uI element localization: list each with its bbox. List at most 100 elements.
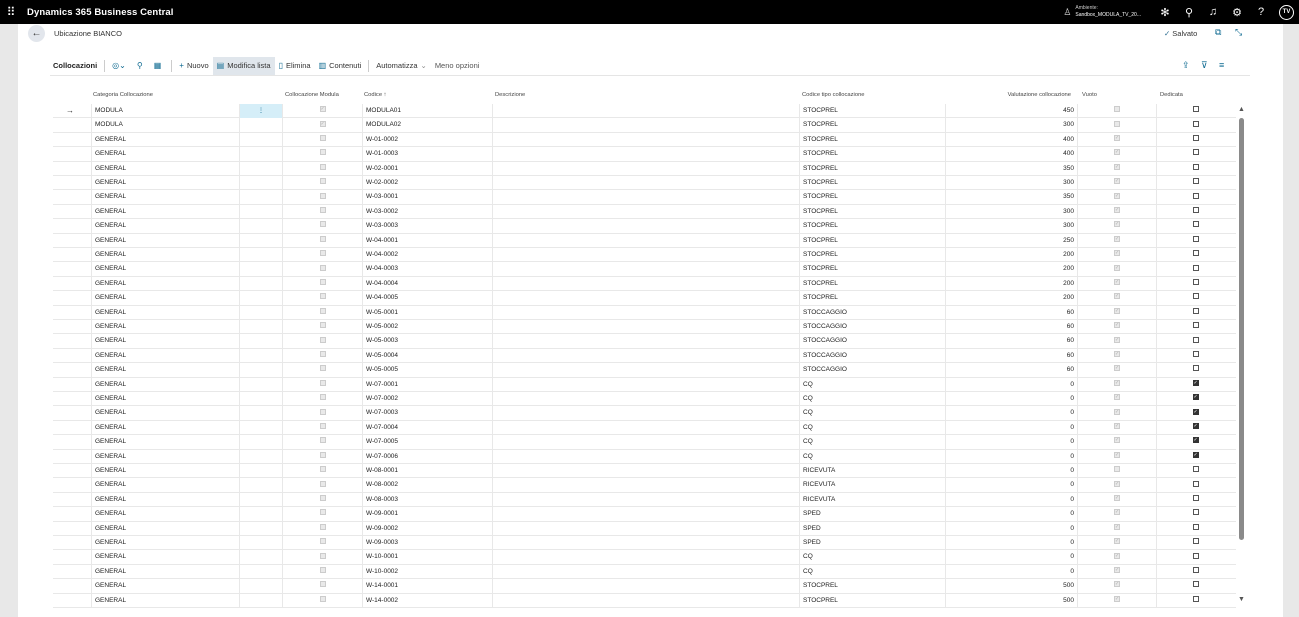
row-indicator-cell[interactable] <box>53 406 91 420</box>
column-header-codice-tipo[interactable]: Codice tipo collocazione <box>802 92 922 103</box>
dedicata-checkbox[interactable]: ✓ <box>1192 437 1199 444</box>
filter-icon[interactable]: ⊽ <box>1201 60 1208 71</box>
cell-categoria[interactable]: GENERAL <box>91 435 239 450</box>
cell-valutazione[interactable]: 200 <box>945 248 1077 263</box>
cell-codice-tipo[interactable]: STOCPREL <box>799 262 945 277</box>
cell-codice-tipo[interactable]: STOCPREL <box>799 147 945 162</box>
cell-codice-tipo[interactable]: STOCPREL <box>799 291 945 306</box>
cell-codice[interactable]: W-07-0004 <box>362 420 492 436</box>
table-row[interactable]: GENERAL W-10-0002 CQ 0 ✓ <box>53 564 1236 580</box>
dedicata-checkbox[interactable] <box>1192 178 1199 185</box>
column-header-descrizione[interactable]: Descrizione <box>495 92 595 103</box>
cell-codice[interactable]: W-03-0002 <box>362 204 492 220</box>
cell-codice[interactable]: W-07-0001 <box>362 377 492 392</box>
cell-valutazione[interactable]: 0 <box>945 449 1077 464</box>
row-indicator-cell[interactable] <box>53 190 91 204</box>
row-actions-cell[interactable] <box>239 363 282 378</box>
row-indicator-cell[interactable] <box>53 147 91 161</box>
table-row[interactable]: GENERAL W-04-0002 STOCPREL 200 ✓ <box>53 248 1236 263</box>
back-arrow-icon[interactable]: ← <box>28 25 45 42</box>
cell-valutazione[interactable]: 0 <box>945 392 1077 407</box>
user-avatar[interactable]: TV <box>1279 4 1294 20</box>
dedicata-checkbox[interactable] <box>1192 567 1199 574</box>
table-row[interactable]: GENERAL W-07-0005 CQ 0 ✓ ✓ <box>53 435 1236 450</box>
row-indicator-cell[interactable] <box>53 378 91 392</box>
row-actions-cell[interactable] <box>239 132 282 148</box>
vertical-scrollbar[interactable]: ▲ ▼ <box>1238 106 1246 606</box>
cell-categoria[interactable]: MODULA <box>91 118 239 133</box>
dedicata-checkbox[interactable]: ✓ <box>1192 408 1199 415</box>
cell-codice[interactable]: W-08-0002 <box>362 478 492 493</box>
cell-codice-tipo[interactable]: RICEVUTA <box>799 478 945 493</box>
column-header-vuoto[interactable]: Vuoto <box>1082 92 1122 103</box>
dedicata-checkbox[interactable] <box>1192 552 1199 559</box>
dedicata-checkbox[interactable] <box>1192 192 1199 199</box>
cell-codice-tipo[interactable]: STOCCAGGIO <box>799 348 945 364</box>
cell-codice[interactable]: W-14-0002 <box>362 593 492 608</box>
row-indicator-cell[interactable] <box>53 219 91 233</box>
cell-categoria[interactable]: GENERAL <box>91 334 239 349</box>
cell-valutazione[interactable]: 60 <box>945 320 1077 335</box>
cell-codice-tipo[interactable]: SPED <box>799 536 945 551</box>
cell-valutazione[interactable]: 0 <box>945 478 1077 493</box>
column-header-valutazione[interactable]: Valutazione collocazione <box>953 92 1071 103</box>
dedicata-checkbox[interactable] <box>1192 120 1199 127</box>
cell-codice-tipo[interactable]: STOCPREL <box>799 118 945 133</box>
dedicata-checkbox[interactable] <box>1192 538 1199 545</box>
row-indicator-cell[interactable] <box>53 493 91 507</box>
row-indicator-cell[interactable] <box>53 277 91 291</box>
row-indicator-cell[interactable] <box>53 579 91 593</box>
cell-codice-tipo[interactable]: CQ <box>799 377 945 392</box>
new-button[interactable]: + Nuovo <box>175 57 212 75</box>
table-row[interactable]: GENERAL W-02-0002 STOCPREL 300 ✓ <box>53 176 1236 191</box>
cell-codice[interactable]: W-04-0001 <box>362 233 492 248</box>
cell-codice-tipo[interactable]: STOCCAGGIO <box>799 320 945 335</box>
dedicata-checkbox[interactable] <box>1192 336 1199 343</box>
analyze-button[interactable]: ▦ <box>150 57 169 75</box>
table-row[interactable]: GENERAL W-04-0005 STOCPREL 200 ✓ <box>53 291 1236 306</box>
cell-valutazione[interactable]: 500 <box>945 593 1077 608</box>
column-header-collocazione-modula[interactable]: Collocazione Modula <box>285 92 365 103</box>
row-actions-cell[interactable] <box>239 233 282 248</box>
cell-categoria[interactable]: GENERAL <box>91 492 239 508</box>
cell-categoria[interactable]: GENERAL <box>91 536 239 551</box>
cell-codice[interactable]: W-10-0001 <box>362 550 492 565</box>
column-header-codice[interactable]: Codice ↑ <box>364 92 464 103</box>
delete-button[interactable]: ▯ Elimina <box>275 57 315 75</box>
cell-valutazione[interactable]: 60 <box>945 334 1077 349</box>
table-row[interactable]: GENERAL W-08-0002 RICEVUTA 0 ✓ <box>53 478 1236 493</box>
collocazione-modula-checkbox[interactable] <box>319 423 326 430</box>
share-icon[interactable]: ⇪ <box>1182 60 1190 71</box>
cell-valutazione[interactable]: 250 <box>945 233 1077 248</box>
cell-codice[interactable]: W-07-0006 <box>362 449 492 464</box>
column-header-categoria[interactable]: Categoria Collocazione <box>93 92 233 103</box>
table-row[interactable]: GENERAL W-09-0001 SPED 0 ✓ <box>53 507 1236 522</box>
cell-valutazione[interactable]: 0 <box>945 464 1077 479</box>
cell-descrizione[interactable] <box>492 579 799 594</box>
cell-valutazione[interactable]: 400 <box>945 132 1077 148</box>
collocazione-modula-checkbox[interactable] <box>319 307 326 314</box>
cell-descrizione[interactable] <box>492 262 799 277</box>
cell-descrizione[interactable] <box>492 132 799 148</box>
cell-descrizione[interactable] <box>492 204 799 220</box>
search-button[interactable]: ⚲ <box>133 57 150 75</box>
cell-valutazione[interactable]: 0 <box>945 420 1077 436</box>
cell-codice[interactable]: W-01-0003 <box>362 147 492 162</box>
cell-codice-tipo[interactable]: STOCPREL <box>799 233 945 248</box>
cell-codice-tipo[interactable]: STOCCAGGIO <box>799 334 945 349</box>
cell-descrizione[interactable] <box>492 406 799 421</box>
row-indicator-cell[interactable] <box>53 450 91 464</box>
cell-descrizione[interactable] <box>492 550 799 565</box>
cell-codice-tipo[interactable]: STOCPREL <box>799 579 945 594</box>
cell-valutazione[interactable]: 0 <box>945 521 1077 536</box>
cell-codice-tipo[interactable]: CQ <box>799 449 945 464</box>
row-indicator-cell[interactable] <box>53 349 91 363</box>
table-row[interactable]: GENERAL W-04-0004 STOCPREL 200 ✓ <box>53 276 1236 292</box>
cell-codice-tipo[interactable]: STOCPREL <box>799 248 945 263</box>
table-row[interactable]: GENERAL W-05-0002 STOCCAGGIO 60 ✓ <box>53 320 1236 335</box>
dedicata-checkbox[interactable] <box>1192 509 1199 516</box>
dedicata-checkbox[interactable] <box>1192 149 1199 156</box>
cell-categoria[interactable]: GENERAL <box>91 276 239 292</box>
cell-categoria[interactable]: GENERAL <box>91 348 239 364</box>
row-actions-cell[interactable] <box>239 579 282 594</box>
